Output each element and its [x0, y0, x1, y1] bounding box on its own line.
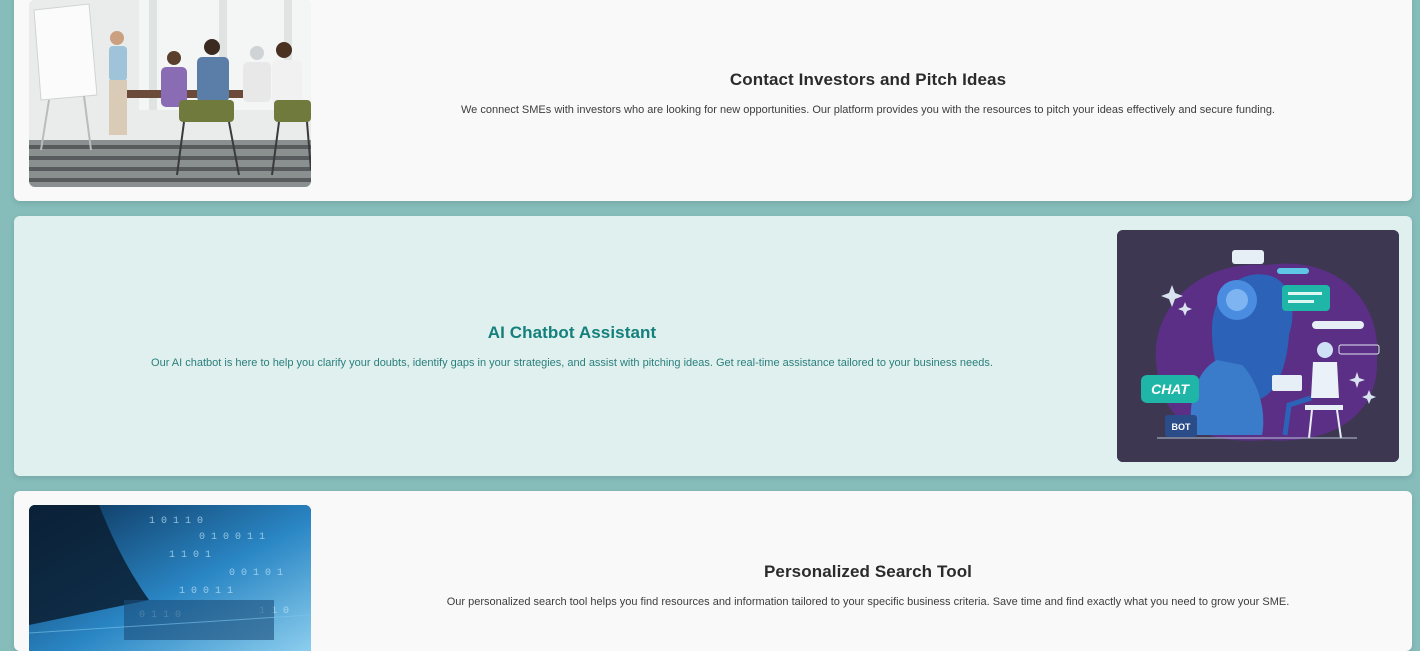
- svg-text:0 0 1 0 1: 0 0 1 0 1: [229, 568, 283, 579]
- svg-text:1 0 0 1 1: 1 0 0 1 1: [179, 586, 233, 597]
- chatbot-illustration: CHAT BOT: [1117, 230, 1399, 462]
- feature-title: AI Chatbot Assistant: [487, 323, 657, 342]
- chat-badge-text: CHAT: [1151, 381, 1190, 397]
- feature-description: Our personalized search tool helps you f…: [446, 596, 1290, 608]
- feature-text-search: Personalized Search Tool Our personalize…: [324, 562, 1412, 608]
- feature-description: We connect SMEs with investors who are l…: [460, 104, 1275, 116]
- business-meeting-image: [29, 0, 311, 187]
- feature-title: Personalized Search Tool: [763, 562, 973, 581]
- feature-card-investors: Contact Investors and Pitch Ideas We con…: [14, 0, 1412, 201]
- feature-card-search: 1 0 1 1 0 0 1 0 0 1 1 1 1 0 1 0 0 1 0 1 …: [14, 491, 1412, 651]
- digital-search-image: 1 0 1 1 0 0 1 0 0 1 1 1 1 0 1 0 0 1 0 1 …: [29, 505, 311, 651]
- feature-card-chatbot: AI Chatbot Assistant Our AI chatbot is h…: [14, 216, 1412, 476]
- svg-text:1 1 0 1: 1 1 0 1: [169, 550, 211, 561]
- feature-description: Our AI chatbot is here to help you clari…: [151, 357, 993, 369]
- svg-text:0 1 0 0 1 1: 0 1 0 0 1 1: [199, 532, 265, 543]
- bot-label-text: BOT: [1172, 422, 1192, 432]
- feature-text-chatbot: AI Chatbot Assistant Our AI chatbot is h…: [14, 323, 1130, 369]
- svg-text:1 0 1 1 0: 1 0 1 1 0: [149, 516, 203, 527]
- feature-title: Contact Investors and Pitch Ideas: [729, 70, 1007, 89]
- feature-text-investors: Contact Investors and Pitch Ideas We con…: [324, 70, 1412, 116]
